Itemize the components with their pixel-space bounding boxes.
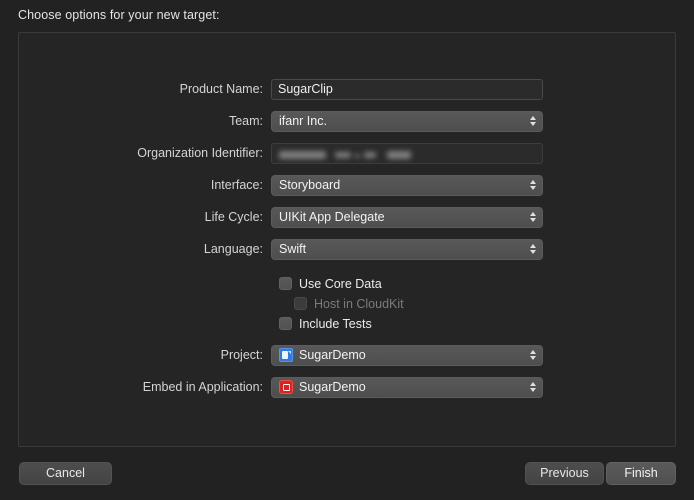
- chevron-updown-icon: [527, 209, 538, 225]
- use-core-data-checkbox[interactable]: [279, 277, 292, 290]
- redaction-blur: [335, 152, 351, 158]
- cancel-button[interactable]: Cancel: [19, 462, 112, 485]
- checkbox-row-host-in-cloudkit: Host in CloudKit: [19, 294, 675, 313]
- control-team: ifanr Inc.: [271, 111, 543, 132]
- form-row-project: Project: SugarDemo: [19, 345, 675, 365]
- label-product-name: Product Name:: [19, 82, 271, 96]
- control-organization-identifier: [271, 143, 543, 164]
- project-popup-button[interactable]: SugarDemo: [271, 345, 543, 366]
- form-row-product-name: Product Name: SugarClip: [19, 79, 675, 99]
- control-project: SugarDemo: [271, 345, 543, 366]
- form-row-team: Team: ifanr Inc.: [19, 111, 675, 131]
- chevron-updown-icon: [527, 241, 538, 257]
- previous-button[interactable]: Previous: [525, 462, 604, 485]
- label-life-cycle: Life Cycle:: [19, 210, 271, 224]
- label-interface: Interface:: [19, 178, 271, 192]
- label-language: Language:: [19, 242, 271, 256]
- chevron-updown-icon: [527, 177, 538, 193]
- form-row-organization-identifier: Organization Identifier:: [19, 143, 675, 163]
- product-name-input[interactable]: SugarClip: [271, 79, 543, 100]
- control-life-cycle: UIKit App Delegate: [271, 207, 543, 228]
- label-team: Team:: [19, 114, 271, 128]
- form-row-interface: Interface: Storyboard: [19, 175, 675, 195]
- project-popup-value: SugarDemo: [299, 346, 366, 365]
- label-organization-identifier: Organization Identifier:: [19, 146, 271, 160]
- redaction-blur: [387, 151, 411, 159]
- checkbox-row-include-tests[interactable]: Include Tests: [19, 314, 675, 333]
- redaction-blur: [279, 151, 326, 159]
- language-popup-button[interactable]: Swift: [271, 239, 543, 260]
- embed-in-application-popup-button[interactable]: SugarDemo: [271, 377, 543, 398]
- control-product-name: SugarClip: [271, 79, 543, 100]
- finish-button[interactable]: Finish: [606, 462, 676, 485]
- chevron-updown-icon: [527, 347, 538, 363]
- sheet-title: Choose options for your new target:: [18, 8, 220, 22]
- xcode-project-document-icon: [279, 348, 293, 362]
- label-project: Project:: [19, 348, 271, 362]
- chevron-updown-icon: [527, 113, 538, 129]
- include-tests-checkbox[interactable]: [279, 317, 292, 330]
- host-in-cloudkit-checkbox: [294, 297, 307, 310]
- dialog-footer: Cancel Previous Finish: [0, 462, 694, 486]
- control-language: Swift: [271, 239, 543, 260]
- interface-popup-value: Storyboard: [279, 176, 340, 195]
- checkbox-row-use-core-data[interactable]: Use Core Data: [19, 274, 675, 293]
- team-popup-value: ifanr Inc.: [279, 112, 327, 131]
- life-cycle-popup-button[interactable]: UIKit App Delegate: [271, 207, 543, 228]
- include-tests-label: Include Tests: [299, 317, 372, 331]
- language-popup-value: Swift: [279, 240, 306, 259]
- control-embed-in-application: SugarDemo: [271, 377, 543, 398]
- life-cycle-popup-value: UIKit App Delegate: [279, 208, 385, 227]
- form-row-embed-in-application: Embed in Application: SugarDemo: [19, 377, 675, 397]
- team-popup-button[interactable]: ifanr Inc.: [271, 111, 543, 132]
- redaction-blur: [364, 152, 376, 158]
- form-row-language: Language: Swift: [19, 239, 675, 259]
- control-interface: Storyboard: [271, 175, 543, 196]
- options-form: Product Name: SugarClip Team: ifanr Inc.…: [19, 79, 675, 409]
- interface-popup-button[interactable]: Storyboard: [271, 175, 543, 196]
- organization-identifier-input[interactable]: [271, 143, 543, 164]
- host-in-cloudkit-label: Host in CloudKit: [314, 297, 404, 311]
- use-core-data-label: Use Core Data: [299, 277, 382, 291]
- options-panel: Product Name: SugarClip Team: ifanr Inc.…: [18, 32, 676, 447]
- application-bundle-icon: [279, 380, 293, 394]
- embed-in-application-popup-value: SugarDemo: [299, 378, 366, 397]
- redaction-blur: [355, 154, 360, 158]
- form-row-life-cycle: Life Cycle: UIKit App Delegate: [19, 207, 675, 227]
- chevron-updown-icon: [527, 379, 538, 395]
- label-embed-in-application: Embed in Application:: [19, 380, 271, 394]
